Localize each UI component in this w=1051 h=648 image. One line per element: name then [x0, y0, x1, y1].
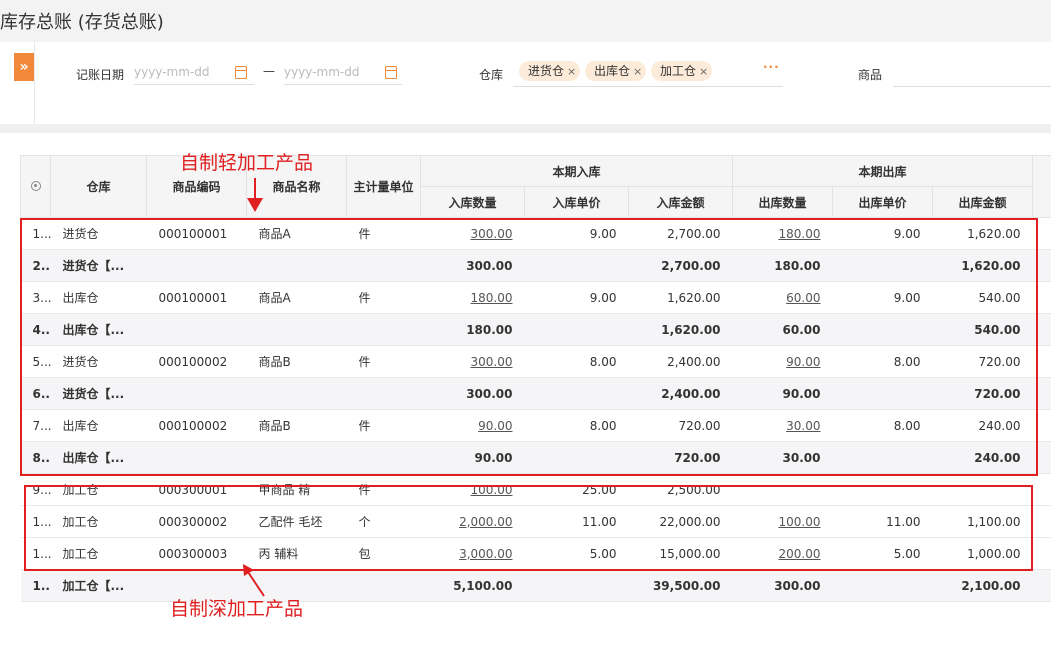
- cell-filler: [1032, 569, 1051, 602]
- warehouse-tag: 进货仓 ×: [519, 61, 581, 81]
- close-icon[interactable]: ×: [699, 65, 708, 78]
- date-to-placeholder: yyyy-mm-dd: [284, 65, 360, 79]
- cell-unit: [346, 569, 421, 602]
- cell-out-qty: 300.00: [732, 569, 833, 602]
- cell-filler: [1032, 473, 1051, 506]
- cell-in-amount-text: 39,500.00: [652, 578, 721, 593]
- panel-divider: [34, 42, 35, 124]
- section-divider: [0, 124, 1051, 133]
- row-index: 1...: [20, 569, 51, 602]
- date-label: 记账日期: [76, 68, 125, 82]
- date-separator: —: [263, 64, 275, 78]
- row-index-text: 1...: [32, 578, 51, 593]
- header-in-price[interactable]: 入库单价: [524, 186, 629, 218]
- calendar-icon[interactable]: [235, 66, 247, 79]
- date-to-input[interactable]: yyyy-mm-dd: [284, 60, 402, 85]
- header-filler: [1032, 155, 1051, 218]
- annotation-label-deep: 自制深加工产品: [170, 598, 304, 620]
- goods-input[interactable]: [893, 58, 1051, 87]
- warehouse-label: 仓库: [479, 68, 504, 82]
- cell-in-amount: 39,500.00: [628, 569, 733, 602]
- cell-filler: [1032, 537, 1051, 570]
- column-settings[interactable]: [20, 155, 51, 218]
- warehouse-tag: 出库仓 ×: [585, 61, 647, 81]
- page-title: 库存总账 (存货总账): [0, 12, 164, 33]
- cell-out-amount: 2,100.00: [932, 569, 1033, 602]
- warehouse-tag-label: 出库仓: [594, 64, 631, 78]
- gear-icon[interactable]: [30, 180, 41, 191]
- date-from-placeholder: yyyy-mm-dd: [134, 65, 210, 79]
- warehouse-tag: 加工仓 ×: [651, 61, 713, 81]
- arrow-down-icon: [247, 198, 263, 212]
- cell-out-qty-text: 300.00: [774, 578, 821, 593]
- double-chevron-right-icon: »: [19, 59, 29, 75]
- close-icon[interactable]: ×: [567, 65, 576, 78]
- filter-panel: » 记账日期 yyyy-mm-dd — yyyy-mm-dd 仓库 进货仓 × 出…: [0, 42, 1051, 124]
- header-out-amount[interactable]: 出库金额: [932, 186, 1034, 218]
- annotation-label-light: 自制轻加工产品: [180, 152, 314, 174]
- cell-filler: [1032, 505, 1051, 538]
- title-bar: 库存总账 (存货总账): [0, 0, 1051, 42]
- cell-in-qty: 5,100.00: [420, 569, 525, 602]
- arrow-up-icon: [243, 564, 265, 597]
- warehouse-tag-label: 进货仓: [528, 64, 565, 78]
- header-out-price[interactable]: 出库单价: [832, 186, 934, 218]
- calendar-icon[interactable]: [385, 66, 397, 79]
- goods-label: 商品: [858, 68, 883, 82]
- header-warehouse[interactable]: 仓库: [50, 155, 147, 218]
- warehouse-tag-label: 加工仓: [660, 64, 697, 78]
- annotation-box-light: [20, 218, 1038, 476]
- cell-warehouse: 加工仓【...: [50, 569, 147, 602]
- cell-in-price: [524, 569, 629, 602]
- warehouse-select[interactable]: 进货仓 × 出库仓 × 加工仓 ×: [513, 58, 783, 87]
- close-icon[interactable]: ×: [633, 65, 642, 78]
- header-group-out: 本期出库: [732, 155, 1034, 187]
- more-options-button[interactable]: ···: [763, 60, 780, 74]
- cell-warehouse-text: 加工仓【...: [62, 579, 125, 593]
- cell-in-qty-text: 5,100.00: [453, 578, 513, 593]
- header-in-amount[interactable]: 入库金额: [627, 186, 734, 218]
- header-unit[interactable]: 主计量单位: [346, 155, 421, 218]
- header-in-qty[interactable]: 入库数量: [420, 186, 525, 218]
- header-out-qty[interactable]: 出库数量: [732, 186, 834, 218]
- expand-panel-button[interactable]: »: [14, 53, 34, 81]
- cell-out-amount-text: 2,100.00: [961, 578, 1021, 593]
- annotation-box-deep: [24, 485, 1033, 571]
- header-group-in: 本期入库: [419, 155, 734, 187]
- date-from-input[interactable]: yyyy-mm-dd: [134, 60, 254, 85]
- cell-out-price: [832, 569, 933, 602]
